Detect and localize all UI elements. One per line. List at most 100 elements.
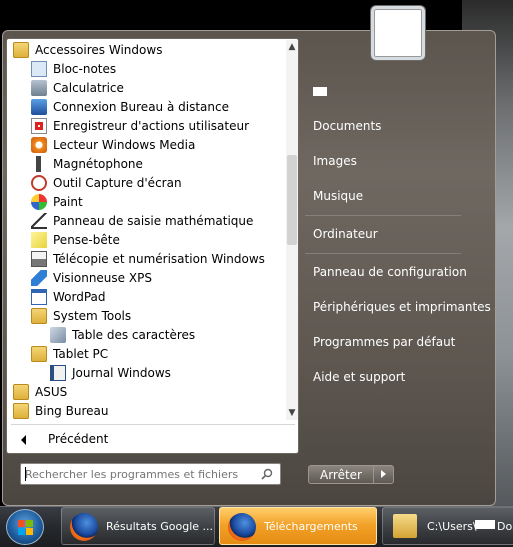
- taskbar-button-label-suffix: Do: [497, 520, 513, 533]
- program-item[interactable]: Panneau de saisie mathématique: [31, 212, 253, 231]
- math-input-icon: [31, 212, 47, 229]
- program-item[interactable]: ASUS: [13, 383, 67, 402]
- program-label: Visionneuse XPS: [53, 271, 152, 285]
- right-item-default-programs[interactable]: Programmes par défaut: [313, 332, 455, 352]
- windows-logo-icon: [18, 528, 25, 535]
- wordpad-icon: [31, 288, 47, 305]
- program-item[interactable]: Visionneuse XPS: [31, 269, 152, 288]
- search-input[interactable]: [25, 466, 250, 482]
- divider: [305, 215, 461, 216]
- media-player-icon: [31, 136, 47, 153]
- microphone-icon: [31, 155, 47, 172]
- taskbar-button-downloads[interactable]: Téléchargements: [219, 507, 377, 545]
- notepad-icon: [31, 60, 47, 77]
- remote-desktop-icon: [31, 98, 47, 115]
- program-list-scrollbar[interactable]: ▲ ▼: [286, 40, 298, 420]
- program-label: Magnétophone: [53, 157, 143, 171]
- back-button[interactable]: Précédent: [13, 429, 283, 449]
- program-label: Panneau de saisie mathématique: [53, 214, 254, 228]
- redacted-username: [475, 520, 495, 529]
- right-item-documents[interactable]: Documents: [313, 116, 381, 136]
- program-item[interactable]: Connexion Bureau à distance: [31, 98, 229, 117]
- program-item[interactable]: Accessoires Windows: [13, 41, 162, 60]
- paint-icon: [31, 193, 47, 210]
- program-item[interactable]: Outil Capture d'écran: [31, 174, 182, 193]
- program-item[interactable]: Tablet PC: [31, 345, 108, 364]
- taskbar-button-label: Résultats Google ...: [106, 520, 214, 533]
- program-item[interactable]: System Tools: [31, 307, 131, 326]
- program-label: Paint: [53, 195, 83, 209]
- windows-logo-icon: [26, 520, 33, 527]
- program-label: Connexion Bureau à distance: [53, 100, 229, 114]
- right-item-control-panel[interactable]: Panneau de configuration: [313, 262, 467, 282]
- back-label: Précédent: [48, 432, 109, 446]
- taskbar-button-label: C:\Users\: [427, 520, 477, 533]
- calculator-icon: [31, 79, 47, 96]
- firefox-icon: [70, 513, 98, 541]
- program-item[interactable]: Magnétophone: [31, 155, 143, 174]
- scroll-up-arrow-icon[interactable]: ▲: [286, 40, 298, 54]
- folder-icon: [13, 41, 29, 58]
- program-item[interactable]: WordPad: [31, 288, 106, 307]
- program-item[interactable]: Journal Windows: [50, 364, 171, 383]
- program-label: Bing Bureau: [35, 404, 109, 418]
- character-map-icon: [50, 326, 66, 343]
- chevron-right-icon: [381, 470, 386, 478]
- user-name[interactable]: [313, 87, 327, 96]
- shutdown-button[interactable]: Arrêter: [308, 465, 374, 484]
- folder-icon: [13, 402, 29, 419]
- firefox-icon: [228, 513, 256, 541]
- program-label: Outil Capture d'écran: [53, 176, 182, 190]
- search-box[interactable]: [20, 463, 281, 485]
- program-label: Enregistreur d'actions utilisateur: [53, 119, 250, 133]
- windows-logo-icon: [26, 528, 33, 535]
- start-button[interactable]: [6, 509, 44, 545]
- program-label: Tablet PC: [53, 347, 109, 361]
- divider: [11, 424, 295, 425]
- search-icon[interactable]: [261, 468, 273, 480]
- program-item[interactable]: Lecteur Windows Media: [31, 136, 195, 155]
- steps-recorder-icon: [31, 117, 47, 134]
- folder-icon: [393, 514, 417, 538]
- program-item[interactable]: Calculatrice: [31, 79, 124, 98]
- scroll-down-arrow-icon[interactable]: ▼: [286, 406, 298, 420]
- right-item-devices-printers[interactable]: Périphériques et imprimantes: [313, 297, 491, 317]
- program-label: Bloc-notes: [53, 62, 117, 76]
- scroll-thumb[interactable]: [287, 155, 297, 245]
- windows-logo-icon: [18, 520, 25, 527]
- shutdown-options-button[interactable]: [374, 465, 394, 484]
- program-label: Lecteur Windows Media: [53, 138, 196, 152]
- user-picture[interactable]: [371, 6, 425, 60]
- program-item[interactable]: Télécopie et numérisation Windows: [31, 250, 265, 269]
- all-programs-list: Accessoires Windows Bloc-notes Calculatr…: [7, 39, 285, 423]
- taskbar-button-google-results[interactable]: Résultats Google ...: [61, 507, 215, 545]
- program-item[interactable]: Table des caractères: [50, 326, 195, 345]
- sticky-notes-icon: [31, 231, 47, 248]
- right-item-help-support[interactable]: Aide et support: [313, 367, 405, 387]
- program-label: WordPad: [53, 290, 106, 304]
- program-item[interactable]: Enregistreur d'actions utilisateur: [31, 117, 249, 136]
- program-label: Accessoires Windows: [35, 43, 163, 57]
- right-item-music[interactable]: Musique: [313, 186, 363, 206]
- xps-viewer-icon: [31, 269, 47, 286]
- program-label: ASUS: [35, 385, 68, 399]
- folder-icon: [13, 383, 29, 400]
- divider: [305, 253, 461, 254]
- snipping-tool-icon: [31, 174, 47, 191]
- program-label: Calculatrice: [53, 81, 124, 95]
- right-item-computer[interactable]: Ordinateur: [313, 224, 378, 244]
- program-item[interactable]: Bing Bureau: [13, 402, 108, 421]
- folder-icon: [31, 345, 47, 362]
- back-arrow-icon: [21, 434, 26, 445]
- folder-icon: [31, 307, 47, 324]
- right-item-images[interactable]: Images: [313, 151, 357, 171]
- fax-scan-icon: [31, 250, 47, 267]
- program-item[interactable]: Bloc-notes: [31, 60, 116, 79]
- program-label: Télécopie et numérisation Windows: [53, 252, 265, 266]
- program-label: System Tools: [53, 309, 132, 323]
- taskbar-button-label: Téléchargements: [264, 520, 358, 533]
- program-label: Table des caractères: [72, 328, 196, 342]
- journal-icon: [50, 364, 66, 381]
- program-item[interactable]: Pense-bête: [31, 231, 120, 250]
- program-item[interactable]: Paint: [31, 193, 83, 212]
